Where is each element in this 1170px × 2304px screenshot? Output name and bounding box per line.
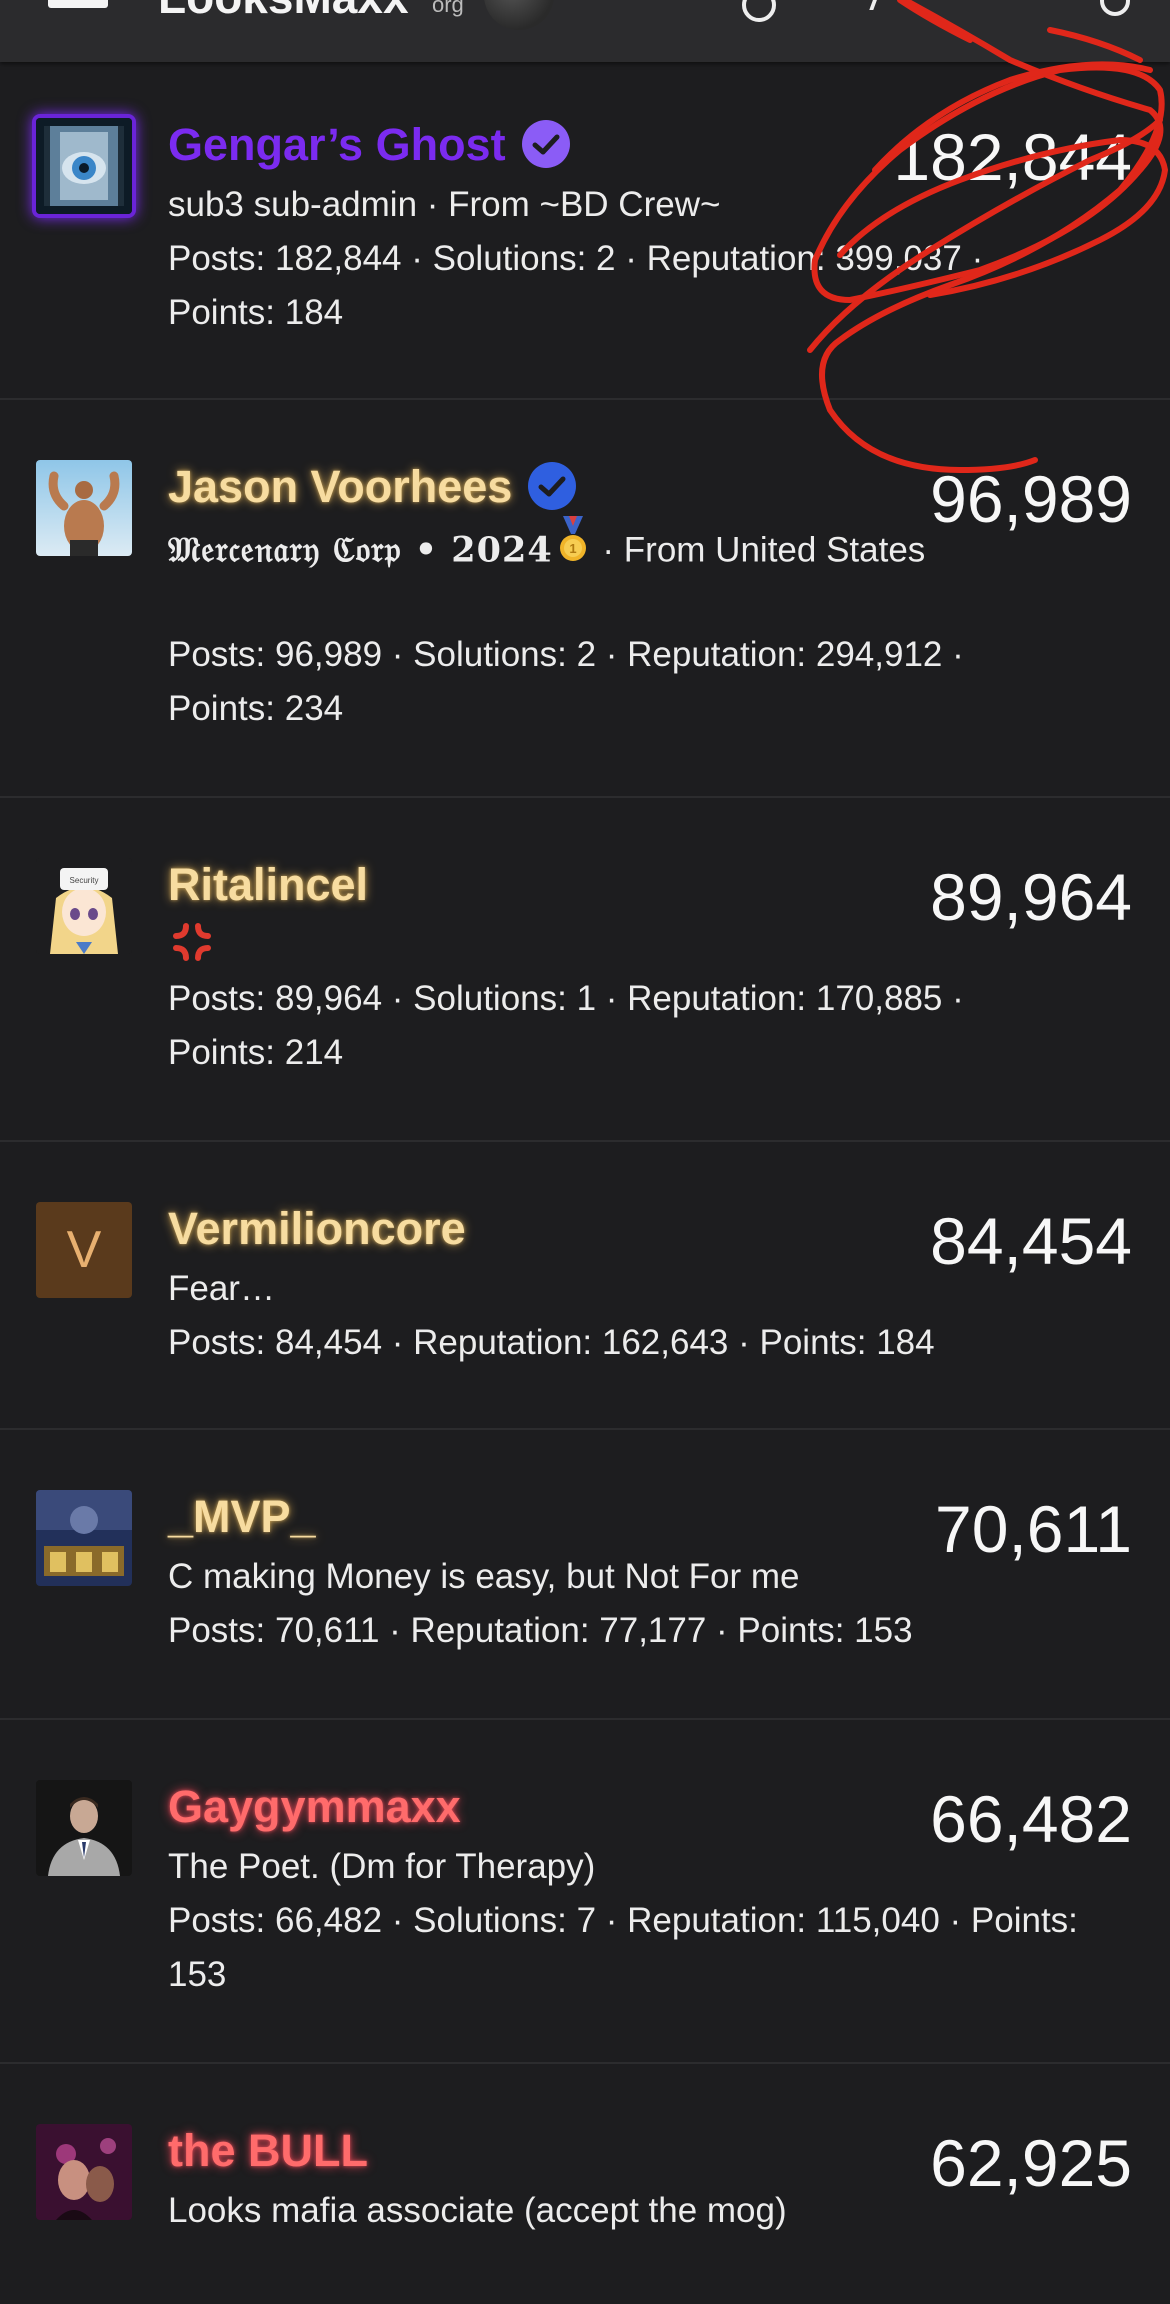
member-name-link[interactable]: Gaygymmaxx bbox=[168, 1784, 461, 1829]
avatar-image bbox=[36, 1490, 132, 1586]
inbox-icon[interactable] bbox=[847, 0, 883, 10]
site-logo[interactable]: LooksMaxx bbox=[158, 0, 409, 24]
list-item[interactable]: the BULL 62,925 Looks mafia associate (a… bbox=[0, 2064, 1170, 2304]
avatar[interactable]: Security bbox=[36, 858, 132, 954]
member-stats: Posts: 66,482 · Solutions: 7 · Reputatio… bbox=[168, 1901, 1078, 1994]
avatar-image: Security bbox=[36, 858, 132, 954]
avatar[interactable]: V bbox=[36, 1202, 132, 1298]
member-list: Gengar’s Ghost 182,844 sub3 sub-admin · … bbox=[0, 62, 1170, 2304]
member-subtitle: 𝔐𝔢𝔯𝔠𝔢𝔫𝔞𝔯𝔶 ℭ𝔬𝔯𝔭 • 2024 1 · From United St… bbox=[168, 516, 928, 584]
user-title-banner: 𝔐𝔢𝔯𝔠𝔢𝔫𝔞𝔯𝔶 ℭ𝔬𝔯𝔭 • 2024 bbox=[168, 529, 553, 571]
member-subtitle: C making Money is easy, but Not For me bbox=[168, 1557, 800, 1596]
gold-medal-icon: 1 bbox=[553, 516, 593, 580]
verified-badge-icon bbox=[521, 120, 570, 169]
site-tld: org bbox=[432, 0, 464, 17]
post-count: 96,989 bbox=[930, 462, 1132, 536]
member-subtitle: Looks mafia associate (accept the mog) bbox=[168, 2191, 787, 2230]
member-stats: Posts: 96,989 · Solutions: 2 · Reputatio… bbox=[168, 635, 964, 728]
avatar-image bbox=[36, 2124, 132, 2220]
avatar-letter: V bbox=[36, 1202, 132, 1298]
user-avatar[interactable] bbox=[484, 0, 554, 30]
avatar[interactable] bbox=[36, 118, 132, 214]
member-name: _MVP_ bbox=[168, 1491, 316, 1542]
list-item[interactable]: Gaygymmaxx 66,482 The Poet. (Dm for Ther… bbox=[0, 1720, 1170, 2064]
search-icon[interactable] bbox=[1100, 0, 1130, 16]
list-item[interactable]: Jason Voorhees 96,989 𝔐𝔢𝔯𝔠𝔢𝔫𝔞𝔯𝔶 ℭ𝔬𝔯𝔭 • 2… bbox=[0, 400, 1170, 798]
member-stats: Posts: 182,844 · Solutions: 2 · Reputati… bbox=[168, 239, 984, 332]
top-navigation-bar: LooksMaxx org bbox=[0, 0, 1170, 62]
member-name: Ritalincel bbox=[168, 859, 369, 910]
avatar[interactable] bbox=[36, 460, 132, 556]
list-item[interactable]: Security Ritalincel 89,964 Posts: 89,964… bbox=[0, 798, 1170, 1142]
member-name: Jason Voorhees bbox=[168, 461, 513, 512]
member-stats: Posts: 84,454 · Reputation: 162,643 · Po… bbox=[168, 1323, 935, 1362]
member-name: Gengar’s Ghost bbox=[168, 119, 506, 170]
list-item[interactable]: Gengar’s Ghost 182,844 sub3 sub-admin · … bbox=[0, 62, 1170, 400]
member-name-link[interactable]: Gengar’s Ghost bbox=[168, 119, 570, 172]
avatar-image bbox=[36, 1780, 132, 1876]
member-name: the BULL bbox=[168, 2125, 368, 2176]
avatar[interactable] bbox=[36, 1780, 132, 1876]
site-name: LooksMaxx bbox=[158, 0, 409, 23]
list-item[interactable]: _MVP_ 70,611 C making Money is easy, but… bbox=[0, 1430, 1170, 1720]
member-stats: Posts: 89,964 · Solutions: 1 · Reputatio… bbox=[168, 979, 964, 1072]
member-subtitle: sub3 sub-admin · From ~BD Crew~ bbox=[168, 185, 721, 224]
member-name-link[interactable]: Ritalincel bbox=[168, 862, 368, 907]
member-subtitle: Fear… bbox=[168, 1269, 275, 1308]
verified-badge-icon bbox=[528, 462, 577, 511]
member-name-link[interactable]: _MVP_ bbox=[168, 1494, 316, 1539]
member-subtitle: The Poet. (Dm for Therapy) bbox=[168, 1847, 596, 1886]
member-name: Vermilioncore bbox=[168, 1203, 466, 1254]
member-name-link[interactable]: the BULL bbox=[168, 2128, 368, 2173]
avatar-image bbox=[36, 118, 132, 214]
list-item[interactable]: V Vermilioncore 84,454 Fear… Posts: 84,4… bbox=[0, 1142, 1170, 1430]
member-name-link[interactable]: Jason Voorhees bbox=[168, 461, 577, 514]
avatar-image bbox=[36, 460, 132, 556]
member-name-link[interactable]: Vermilioncore bbox=[168, 1206, 466, 1251]
avatar[interactable] bbox=[36, 2124, 132, 2220]
avatar[interactable] bbox=[36, 1490, 132, 1586]
svg-text:Security: Security bbox=[70, 876, 99, 885]
hamburger-menu-icon[interactable] bbox=[48, 0, 108, 8]
notification-icon[interactable] bbox=[742, 0, 776, 22]
svg-text:1: 1 bbox=[569, 541, 576, 556]
member-name: Gaygymmaxx bbox=[168, 1781, 461, 1832]
member-location: · From United States bbox=[592, 530, 926, 570]
member-stats: Posts: 70,611 · Reputation: 77,177 · Poi… bbox=[168, 1611, 913, 1650]
